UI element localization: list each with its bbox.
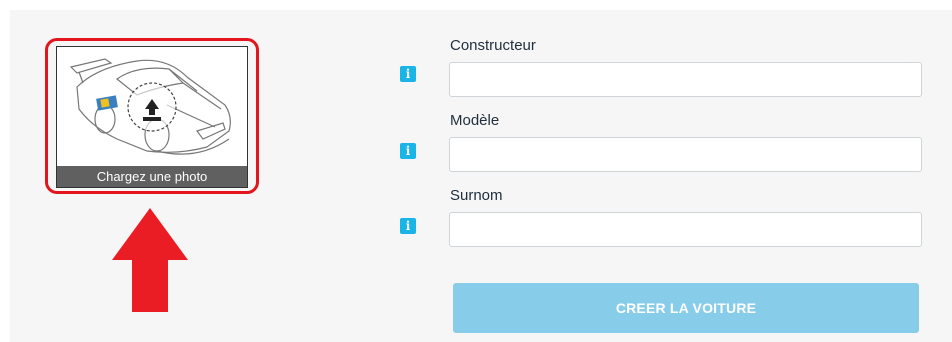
surnom-info-icon[interactable]: i <box>400 218 416 234</box>
modele-info-icon[interactable]: i <box>400 143 416 159</box>
constructeur-info-icon[interactable]: i <box>400 66 416 82</box>
surnom-label: Surnom <box>450 187 503 204</box>
constructeur-input[interactable] <box>449 62 922 97</box>
surnom-input[interactable] <box>449 212 922 247</box>
modele-label: Modèle <box>450 112 500 129</box>
upload-photo-caption[interactable]: Chargez une photo <box>57 166 247 187</box>
constructeur-label: Constructeur <box>450 37 536 54</box>
create-car-button[interactable]: CREER LA VOITURE <box>453 283 919 333</box>
modele-input[interactable] <box>449 137 922 172</box>
photo-upload-area[interactable]: Chargez une photo <box>56 46 248 188</box>
car-placeholder-icon <box>69 58 231 155</box>
red-arrow-up-icon <box>112 208 188 312</box>
photo-highlight-frame: Chargez une photo <box>45 38 259 194</box>
